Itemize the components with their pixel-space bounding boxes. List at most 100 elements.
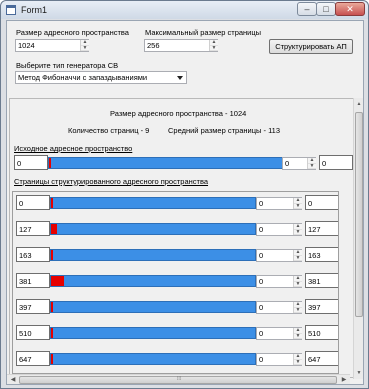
page-bar (50, 197, 256, 209)
horizontal-scrollbar[interactable]: ◀ ⁞⁞⁞ ▶ (7, 374, 350, 384)
spin-down-icon[interactable]: ▼ (294, 203, 302, 209)
structure-button[interactable]: Структурировать АП (269, 39, 353, 54)
page-right-value: 0 (305, 195, 338, 210)
maximize-button[interactable]: □ (316, 2, 336, 16)
page-spinner[interactable]: ▲ ▼ (293, 224, 302, 235)
max-page-spinner[interactable]: ▲ ▼ (209, 40, 218, 51)
spin-down-icon[interactable]: ▼ (294, 229, 302, 235)
spin-down-icon[interactable]: ▼ (308, 163, 316, 169)
spin-down-icon[interactable]: ▼ (210, 45, 218, 51)
spin-down-icon[interactable]: ▼ (294, 359, 302, 365)
window-title: Form1 (21, 5, 48, 15)
spin-down-icon[interactable]: ▼ (294, 255, 302, 261)
max-page-label: Максимальный размер страницы (145, 28, 262, 37)
pages-title: Страницы структурированного адресного пр… (14, 177, 209, 186)
source-spin-value: 0 (285, 159, 290, 168)
page-spin-value: 0 (259, 303, 264, 312)
page-right-value: 510 (305, 325, 338, 340)
page-spin-input[interactable]: 0 ▲ ▼ (256, 249, 302, 262)
page-left-value: 647 (16, 351, 50, 366)
page-left-value: 127 (16, 221, 50, 236)
page-bar (50, 275, 256, 287)
page-spin-input[interactable]: 0 ▲ ▼ (256, 353, 302, 366)
page-marker (51, 250, 53, 260)
page-spinner[interactable]: ▲ ▼ (293, 354, 302, 365)
generator-value: Метод Фибоначчи с запаздываниями (18, 73, 148, 82)
page-row: 647 0 ▲ ▼ 647 (16, 351, 338, 367)
close-button[interactable]: ✕ (335, 2, 365, 16)
info-avg-page: Средний размер страницы - 113 (168, 126, 281, 135)
max-page-input[interactable]: 256 ▲ ▼ (144, 39, 218, 52)
page-marker (51, 224, 57, 234)
source-spinner[interactable]: ▲ ▼ (307, 158, 316, 169)
page-bar (50, 353, 256, 365)
page-marker (51, 198, 53, 208)
page-spin-input[interactable]: 0 ▲ ▼ (256, 275, 302, 288)
page-left-value: 163 (16, 247, 50, 262)
page-spin-input[interactable]: 0 ▲ ▼ (256, 327, 302, 340)
scroll-right-icon[interactable]: ▶ (339, 375, 349, 385)
page-marker (51, 276, 64, 286)
addr-space-input[interactable]: 1024 ▲ ▼ (15, 39, 89, 52)
generator-select[interactable]: Метод Фибоначчи с запаздываниями (15, 71, 187, 84)
page-row: 510 0 ▲ ▼ 510 (16, 325, 338, 341)
vertical-scroll-thumb[interactable] (355, 112, 363, 317)
page-spinner[interactable]: ▲ ▼ (293, 250, 302, 261)
page-spin-value: 0 (259, 277, 264, 286)
page-bar (50, 249, 256, 261)
page-row: 127 0 ▲ ▼ 127 (16, 221, 338, 237)
page-left-value: 510 (16, 325, 50, 340)
spin-down-icon[interactable]: ▼ (294, 333, 302, 339)
source-right-value: 0 (319, 155, 353, 170)
addr-space-spinner[interactable]: ▲ ▼ (80, 40, 89, 51)
page-spin-value: 0 (259, 329, 264, 338)
minimize-button[interactable]: – (297, 2, 317, 16)
scroll-down-icon[interactable]: ▼ (354, 368, 364, 378)
page-bar (50, 301, 256, 313)
spin-down-icon[interactable]: ▼ (81, 45, 89, 51)
title-bar[interactable]: Form1 – □ ✕ (1, 1, 368, 19)
page-spinner[interactable]: ▲ ▼ (293, 276, 302, 287)
page-row: 163 0 ▲ ▼ 163 (16, 247, 338, 263)
app-icon (6, 5, 16, 15)
source-spin-input[interactable]: 0 ▲ ▼ (282, 157, 316, 170)
page-right-value: 381 (305, 273, 338, 288)
page-spinner[interactable]: ▲ ▼ (293, 198, 302, 209)
page-marker (51, 302, 53, 312)
page-row: 381 0 ▲ ▼ 381 (16, 273, 338, 289)
page-spin-input[interactable]: 0 ▲ ▼ (256, 223, 302, 236)
page-row: 0 0 ▲ ▼ 0 (16, 195, 338, 211)
page-spin-input[interactable]: 0 ▲ ▼ (256, 301, 302, 314)
scroll-left-icon[interactable]: ◀ (8, 375, 18, 385)
page-bar (50, 223, 256, 235)
info-addr-space: Размер адресного пространства - 1024 (110, 109, 247, 118)
spin-down-icon[interactable]: ▼ (294, 281, 302, 287)
page-marker (51, 328, 53, 338)
page-left-value: 0 (16, 195, 50, 210)
page-bar (50, 327, 256, 339)
page-right-value: 647 (305, 351, 338, 366)
page-right-value: 163 (305, 247, 338, 262)
spin-down-icon[interactable]: ▼ (294, 307, 302, 313)
page-spinner[interactable]: ▲ ▼ (293, 328, 302, 339)
source-title: Исходное адресное пространство (14, 144, 133, 153)
pages-list: 0 0 ▲ ▼ 0 127 0 ▲ ▼ 127 163 0 ▲ ▼ 163 381 0 ▲ ▼ 381 397 0 ▲ ▼ 39… (12, 191, 339, 374)
page-left-value: 397 (16, 299, 50, 314)
addr-space-value: 1024 (18, 41, 35, 50)
page-spin-value: 0 (259, 199, 264, 208)
page-spinner[interactable]: ▲ ▼ (293, 302, 302, 313)
generator-label: Выберите тип генератора СВ (16, 61, 119, 70)
source-marker (49, 158, 51, 168)
source-bar (48, 157, 284, 169)
page-spin-input[interactable]: 0 ▲ ▼ (256, 197, 302, 210)
source-row: 0 0 ▲ ▼ 0 (14, 155, 353, 171)
page-row: 397 0 ▲ ▼ 397 (16, 299, 338, 315)
page-right-value: 397 (305, 299, 338, 314)
info-page-count: Количество страниц - 9 (68, 126, 150, 135)
app-window: Form1 – □ ✕ Размер адресного пространств… (0, 0, 369, 389)
scroll-up-icon[interactable]: ▲ (354, 99, 364, 109)
source-left-value: 0 (14, 155, 48, 170)
page-spin-value: 0 (259, 251, 264, 260)
page-right-value: 127 (305, 221, 338, 236)
vertical-scrollbar[interactable]: ▲ ▼ (353, 98, 363, 379)
